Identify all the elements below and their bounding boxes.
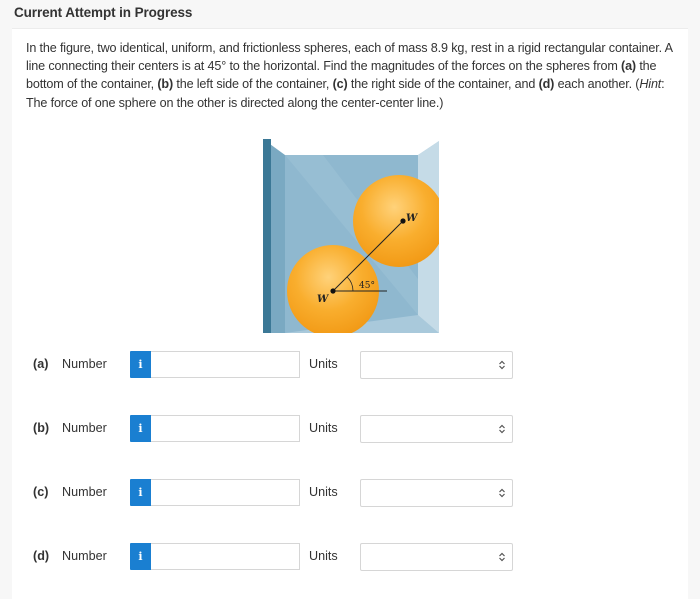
part-d-text: each another. (	[554, 77, 640, 92]
question-text-intro: In the figure, two identical, uniform, a…	[26, 41, 673, 74]
spheres-figure: W W 45°	[263, 139, 439, 333]
number-input-c[interactable]	[151, 479, 300, 506]
lower-center-dot	[330, 288, 336, 294]
number-label: Number	[62, 549, 107, 563]
part-b-text: the left side of the container,	[173, 77, 333, 92]
up-down-chevron-icon	[499, 424, 505, 434]
number-label: Number	[62, 485, 107, 499]
part-a-ref: (a)	[621, 59, 636, 74]
answer-row-b: (b) Number i Units	[12, 415, 688, 443]
question-panel: In the figure, two identical, uniform, a…	[12, 28, 688, 599]
number-label: Number	[62, 421, 107, 435]
part-label: (c)	[33, 485, 49, 499]
units-label: Units	[309, 549, 338, 563]
part-c-ref: (c)	[332, 77, 348, 92]
part-d-ref: (d)	[538, 77, 555, 92]
up-down-chevron-icon	[499, 488, 505, 498]
answer-row-a: (a) Number i Units	[12, 351, 688, 379]
number-input-d[interactable]	[151, 543, 300, 570]
part-label: (d)	[33, 549, 50, 563]
page-title: Current Attempt in Progress	[14, 5, 193, 20]
number-label: Number	[62, 357, 107, 371]
part-label: (a)	[33, 357, 49, 371]
info-icon[interactable]: i	[130, 479, 151, 506]
units-label: Units	[309, 421, 338, 435]
units-label: Units	[309, 485, 338, 499]
upper-weight-label: W	[406, 213, 419, 224]
angle-label: 45°	[359, 281, 375, 291]
units-select-d[interactable]	[360, 543, 513, 571]
up-down-chevron-icon	[499, 360, 505, 370]
part-label: (b)	[33, 421, 50, 435]
upper-center-dot	[400, 218, 406, 224]
units-select-a[interactable]	[360, 351, 513, 379]
info-icon[interactable]: i	[130, 415, 151, 442]
units-label: Units	[309, 357, 338, 371]
number-input-a[interactable]	[151, 351, 300, 378]
answer-row-c: (c) Number i Units	[12, 479, 688, 507]
lower-weight-label: W	[317, 294, 330, 305]
info-icon[interactable]: i	[130, 351, 151, 378]
hint-label: Hint	[639, 77, 662, 92]
answer-row-d: (d) Number i Units	[12, 543, 688, 571]
units-select-b[interactable]	[360, 415, 513, 443]
up-down-chevron-icon	[499, 552, 505, 562]
info-icon[interactable]: i	[130, 543, 151, 570]
part-c-text: the right side of the container, and	[347, 77, 539, 92]
units-select-c[interactable]	[360, 479, 513, 507]
part-b-ref: (b)	[157, 77, 174, 92]
number-input-b[interactable]	[151, 415, 300, 442]
left-wall	[263, 139, 271, 333]
question-text: In the figure, two identical, uniform, a…	[26, 39, 686, 112]
